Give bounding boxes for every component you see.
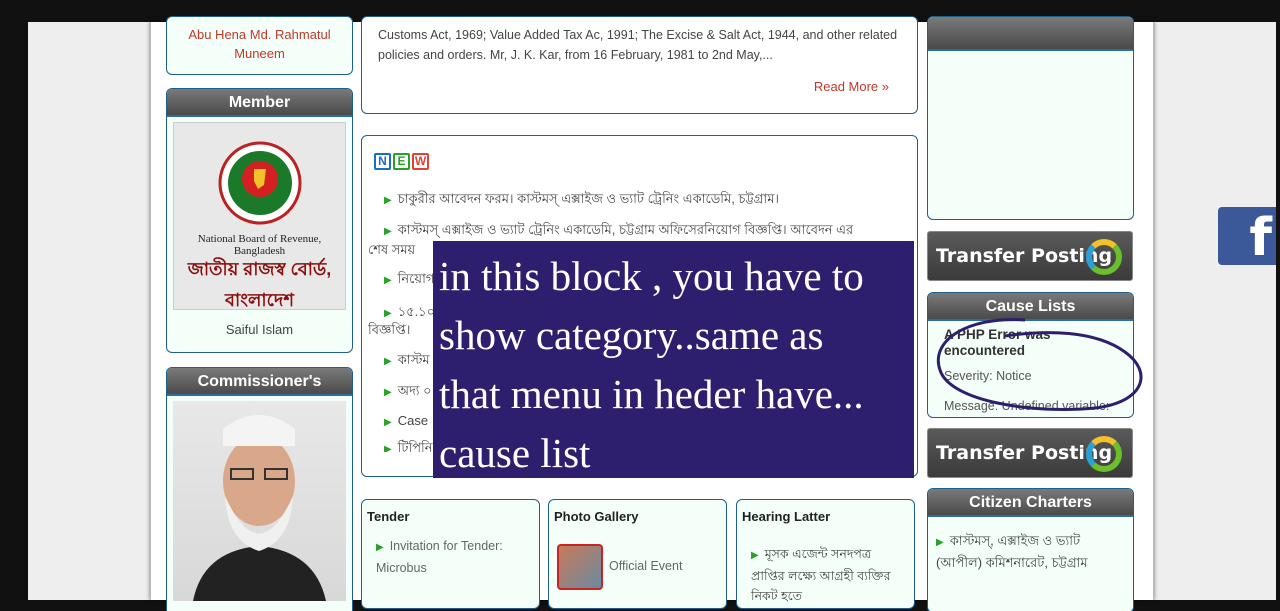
- bullet-icon: ▶: [384, 417, 392, 428]
- bullet-icon: ▶: [384, 356, 392, 367]
- tender-item[interactable]: ▶ Invitation for Tender: Microbus: [376, 536, 526, 578]
- bullet-icon: ▶: [751, 550, 759, 561]
- member-logo: National Board of Revenue, Bangladesh জা…: [173, 122, 346, 310]
- bullet-icon: ▶: [936, 537, 944, 548]
- transfer-posting-button[interactable]: Transfer Posting: [927, 231, 1133, 281]
- portrait-icon: [193, 415, 326, 601]
- refresh-icon: [1086, 239, 1122, 275]
- tender-box: Tender ▶ Invitation for Tender: Microbus: [361, 499, 540, 609]
- new-letter-e: E: [393, 153, 410, 170]
- annotation-circle: [936, 318, 1143, 411]
- bullet-icon: ▶: [384, 387, 392, 398]
- new-badge-icon: N E W: [374, 153, 429, 170]
- annotation-line-3: that menu in heder have...: [439, 371, 864, 417]
- bullet-icon: ▶: [384, 195, 392, 206]
- annotation-line-1: in this block , you have to: [439, 253, 864, 299]
- citizen-charters-title: Citizen Charters: [928, 489, 1133, 517]
- refresh-icon: [1086, 436, 1122, 472]
- new-letter-n: N: [374, 153, 391, 170]
- hearing-box: Hearing Latter ▶ মূসক এজেন্ট সনদপত্র প্রা…: [736, 499, 915, 609]
- read-more-link[interactable]: Read More »: [814, 79, 889, 94]
- news-item[interactable]: ▶ অদ্য ০: [384, 381, 432, 403]
- member-name[interactable]: Saiful Islam: [167, 320, 352, 340]
- bullet-icon: ▶: [384, 444, 392, 452]
- annotation-note: in this block , you have to show categor…: [433, 241, 914, 478]
- news-item[interactable]: ▶ চাকুরীর আবেদন ফরম। কাস্টমস্ এক্সাইজ ও ভ…: [384, 189, 904, 211]
- bullet-icon: ▶: [384, 275, 392, 286]
- citizen-charters-box: Citizen Charters ▶ কাস্টমস্, এক্সাইজ ও ভ্…: [927, 488, 1134, 611]
- news-item[interactable]: ▶ কাস্টম: [384, 350, 430, 372]
- news-item[interactable]: ▶ কাস্টমস্ এক্সাইজ ও ভ্যাট ট্রেনিং একাডেম…: [384, 220, 904, 242]
- news-item[interactable]: ▶ টিপিনি: [384, 438, 433, 452]
- intro-box: Customs Act, 1969; Value Added Tax Ac, 1…: [361, 16, 918, 114]
- top-name-box: Abu Hena Md. Rahmatul Muneem: [166, 16, 353, 75]
- news-item[interactable]: ▶ Case: [384, 411, 428, 433]
- gallery-item[interactable]: Official Event: [609, 556, 682, 576]
- commissioner-title: Commissioner's: [167, 368, 352, 396]
- officer-name[interactable]: Abu Hena Md. Rahmatul Muneem: [167, 17, 352, 63]
- screen-left-edge: [0, 22, 28, 600]
- news-item-cont: বিজ্ঞপ্তি।: [368, 322, 411, 337]
- member-box: Member National Board of Revenue, Bangla…: [166, 88, 353, 353]
- citizen-charter-item[interactable]: ▶ কাস্টমস্, এক্সাইজ ও ভ্যাট (আপীল) কমিশনা…: [936, 531, 1126, 573]
- annotation-line-4: cause list: [439, 430, 591, 476]
- logo-text-bn: জাতীয় রাজস্ব বোর্ড, বাংলাদেশ: [187, 259, 332, 310]
- member-title: Member: [167, 89, 352, 117]
- bullet-icon: ▶: [384, 308, 392, 319]
- news-item[interactable]: ▶ নিয়োগ: [384, 269, 434, 291]
- news-item-cont: শেষ সময়: [368, 242, 416, 257]
- gallery-thumbnail[interactable]: [557, 544, 603, 590]
- right-top-box-header: [928, 17, 1133, 51]
- gallery-title: Photo Gallery: [554, 509, 639, 524]
- facebook-icon[interactable]: f: [1218, 207, 1276, 265]
- gallery-box: Photo Gallery Official Event: [548, 499, 727, 609]
- annotation-line-2: show category..same as: [439, 312, 824, 358]
- intro-text: Customs Act, 1969; Value Added Tax Ac, 1…: [378, 28, 898, 62]
- tender-title: Tender: [367, 509, 410, 524]
- hearing-item[interactable]: ▶ মূসক এজেন্ট সনদপত্র প্রাপ্তির লক্ষ্যে আ…: [751, 544, 901, 606]
- bullet-icon: ▶: [384, 226, 392, 237]
- hearing-title: Hearing Latter: [742, 509, 831, 524]
- logo-text-en: National Board of Revenue, Bangladesh: [197, 233, 322, 257]
- new-letter-w: W: [412, 153, 429, 170]
- right-top-box: [927, 16, 1134, 220]
- screen-right-edge: [1276, 22, 1280, 600]
- commissioner-photo[interactable]: [173, 401, 346, 601]
- bullet-icon: ▶: [376, 542, 384, 553]
- transfer-posting-button[interactable]: Transfer Posting: [927, 428, 1133, 478]
- commissioner-box: Commissioner's: [166, 367, 353, 611]
